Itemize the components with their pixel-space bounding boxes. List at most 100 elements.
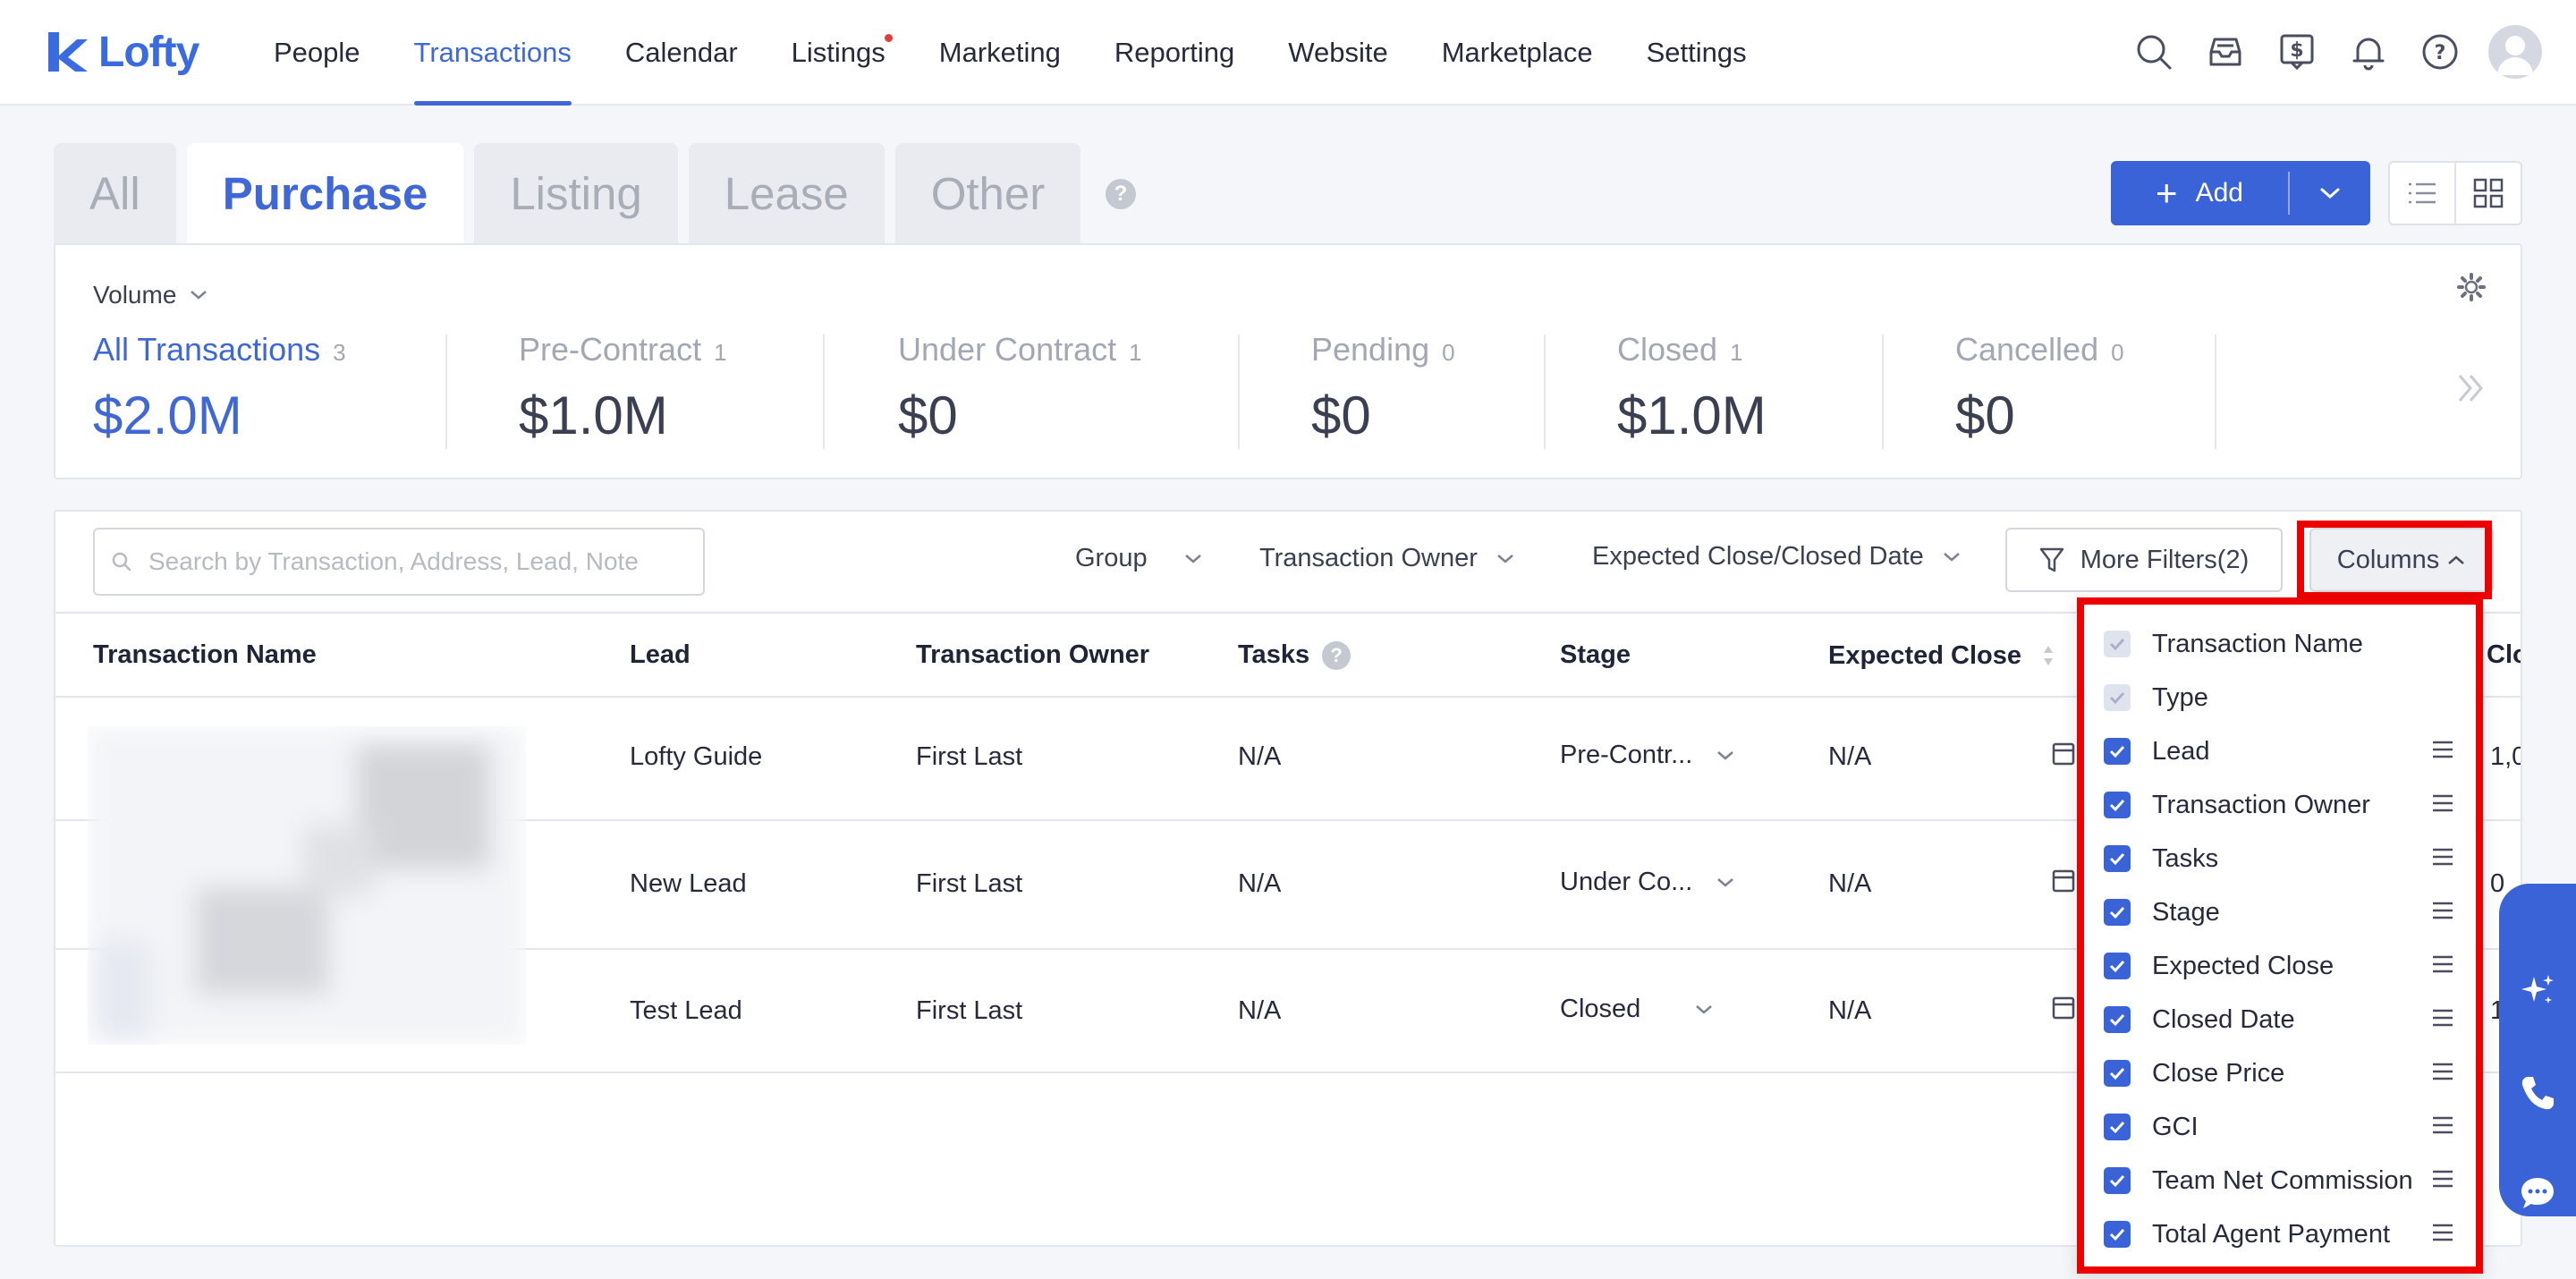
column-option[interactable]: GCI: [2084, 1100, 2476, 1154]
tab-all[interactable]: All: [54, 143, 176, 245]
calendar-icon[interactable]: [2052, 995, 2075, 1020]
date-filter[interactable]: Expected Close/Closed Date: [1592, 542, 1962, 572]
add-button[interactable]: + Add: [2111, 161, 2370, 225]
help-icon[interactable]: ?: [2419, 30, 2462, 73]
drag-handle-icon[interactable]: [2431, 847, 2454, 871]
column-option[interactable]: Transaction Owner: [2084, 778, 2476, 832]
divider: [1238, 335, 1240, 449]
nav-transactions[interactable]: Transactions: [387, 0, 598, 106]
checkbox[interactable]: [2104, 631, 2131, 657]
nav-marketplace[interactable]: Marketplace: [1415, 0, 1620, 106]
gear-icon[interactable]: [2456, 272, 2487, 307]
nav-marketing[interactable]: Marketing: [912, 0, 1088, 106]
nav-calendar[interactable]: Calendar: [598, 0, 765, 106]
column-option[interactable]: Transaction Name: [2084, 617, 2476, 671]
checkbox[interactable]: [2104, 1060, 2131, 1087]
tab-purchase[interactable]: Purchase: [186, 143, 464, 254]
header-stage[interactable]: Stage: [1560, 640, 1631, 670]
add-dropdown-caret[interactable]: [2290, 187, 2370, 199]
header-tasks[interactable]: Tasks ?: [1238, 640, 1352, 670]
stage-select[interactable]: Pre-Contr...: [1560, 741, 1735, 770]
header-expected-close[interactable]: Expected Close: [1828, 640, 2055, 671]
column-option[interactable]: Close Price: [2084, 1046, 2476, 1100]
stat-all-transactions[interactable]: All Transactions 3 $2.0M: [93, 331, 346, 447]
nav-listings[interactable]: Listings: [765, 0, 912, 106]
search-icon[interactable]: [2132, 30, 2175, 73]
column-option[interactable]: Total Agent Payment: [2084, 1207, 2476, 1261]
drag-handle-icon[interactable]: [2431, 1223, 2454, 1247]
add-main-button[interactable]: + Add: [2111, 172, 2290, 215]
lofty-logo-icon: [45, 29, 91, 75]
stage-select[interactable]: Under Co...: [1560, 868, 1735, 897]
column-option[interactable]: Lead: [2084, 724, 2476, 778]
grid-view-button[interactable]: [2456, 163, 2521, 224]
checkbox[interactable]: [2104, 845, 2131, 872]
more-filters-button[interactable]: More Filters(2): [2005, 528, 2283, 592]
column-option[interactable]: Team Net Commission: [2084, 1154, 2476, 1207]
group-filter[interactable]: Group: [1075, 544, 1203, 573]
tab-other[interactable]: Other: [894, 143, 1081, 245]
checkbox[interactable]: [2104, 684, 2131, 711]
avatar[interactable]: [2488, 25, 2542, 79]
row-lead[interactable]: Test Lead: [630, 996, 742, 1026]
nav-people[interactable]: People: [247, 0, 387, 106]
stat-pre-contract[interactable]: Pre-Contract 1 $1.0M: [519, 331, 727, 447]
search-input[interactable]: Search by Transaction, Address, Lead, No…: [93, 528, 705, 596]
notification-dot: [884, 34, 893, 42]
drag-handle-icon[interactable]: [2431, 1169, 2454, 1193]
checkbox[interactable]: [2104, 1221, 2131, 1248]
checkbox[interactable]: [2104, 1114, 2131, 1140]
nav-settings[interactable]: Settings: [1620, 0, 1774, 106]
checkbox[interactable]: [2104, 738, 2131, 765]
column-option[interactable]: Stage: [2084, 885, 2476, 939]
checkbox[interactable]: [2104, 899, 2131, 926]
stat-closed[interactable]: Closed 1 $1.0M: [1617, 331, 1767, 447]
header-lead[interactable]: Lead: [630, 640, 691, 670]
checkbox[interactable]: [2104, 792, 2131, 818]
calendar-icon[interactable]: [2052, 741, 2075, 766]
nav-reporting[interactable]: Reporting: [1088, 0, 1261, 106]
tab-listing[interactable]: Listing: [474, 143, 678, 245]
row-lead[interactable]: Lofty Guide: [630, 742, 762, 772]
checkbox[interactable]: [2104, 1167, 2131, 1194]
dollar-icon[interactable]: $: [2275, 30, 2318, 73]
checkbox[interactable]: [2104, 1006, 2131, 1033]
drag-handle-icon[interactable]: [2431, 1115, 2454, 1139]
column-option[interactable]: Type: [2084, 671, 2476, 724]
stat-pending[interactable]: Pending 0 $0: [1311, 331, 1455, 447]
volume-dropdown[interactable]: Volume: [93, 281, 208, 309]
drag-handle-icon[interactable]: [2431, 793, 2454, 817]
stat-under-contract[interactable]: Under Contract 1 $0: [898, 331, 1142, 447]
tab-lease[interactable]: Lease: [688, 143, 885, 245]
row-lead[interactable]: New Lead: [630, 869, 747, 899]
checkbox[interactable]: [2104, 953, 2131, 979]
drag-handle-icon[interactable]: [2431, 1008, 2454, 1032]
logo[interactable]: Lofty: [45, 27, 199, 77]
header-transaction-name[interactable]: Transaction Name: [93, 640, 317, 670]
calendar-icon[interactable]: [2052, 868, 2075, 893]
list-view-button[interactable]: [2390, 163, 2456, 224]
tabs-help-icon[interactable]: ?: [1106, 179, 1136, 209]
transaction-owner-filter[interactable]: Transaction Owner: [1259, 544, 1515, 573]
nav-website[interactable]: Website: [1261, 0, 1414, 106]
bell-icon[interactable]: [2347, 30, 2390, 73]
help-icon[interactable]: ?: [1322, 640, 1352, 670]
column-option[interactable]: Tasks: [2084, 832, 2476, 885]
chat-icon[interactable]: [2499, 1148, 2576, 1238]
column-option[interactable]: Expected Close: [2084, 939, 2476, 993]
header-closed-date[interactable]: Clos: [2487, 640, 2521, 670]
stage-select[interactable]: Closed: [1560, 995, 1714, 1024]
inbox-icon[interactable]: [2204, 30, 2247, 73]
sparkle-icon[interactable]: [2499, 946, 2576, 1036]
double-chevron-right-icon[interactable]: [2456, 372, 2485, 409]
column-option[interactable]: Closed Date: [2084, 993, 2476, 1046]
phone-icon[interactable]: [2499, 1048, 2576, 1138]
row-owner: First Last: [916, 869, 1023, 898]
drag-handle-icon[interactable]: [2431, 740, 2454, 764]
drag-handle-icon[interactable]: [2431, 1062, 2454, 1086]
stat-cancelled[interactable]: Cancelled 0 $0: [1955, 331, 2124, 447]
header-transaction-owner[interactable]: Transaction Owner: [916, 640, 1149, 670]
chevron-down-icon: [1717, 877, 1734, 887]
drag-handle-icon[interactable]: [2431, 901, 2454, 925]
drag-handle-icon[interactable]: [2431, 954, 2454, 978]
